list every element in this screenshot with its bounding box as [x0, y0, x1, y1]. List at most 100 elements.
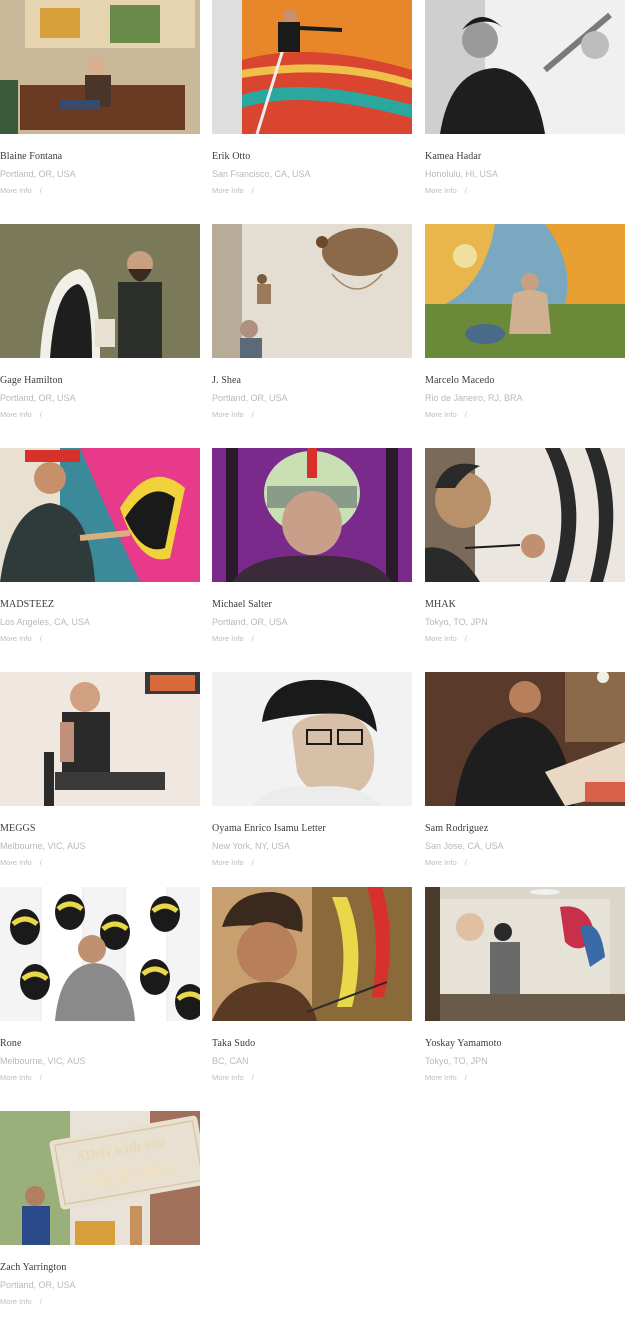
- artist-photo[interactable]: [212, 224, 412, 358]
- artist-name-link[interactable]: Kamea Hadar: [425, 151, 481, 162]
- more-info-separator: /: [464, 410, 467, 419]
- more-info-separator: /: [251, 410, 254, 419]
- more-info-link[interactable]: More Info: [212, 634, 244, 643]
- artist-location: Tokyo, TO, JPN: [425, 617, 488, 627]
- artist-photo[interactable]: [425, 0, 625, 134]
- artist-photo-image: [0, 224, 200, 358]
- more-info-link[interactable]: More Info: [212, 186, 244, 195]
- artist-location: Tokyo, TO, JPN: [425, 1056, 488, 1066]
- artist-photo[interactable]: [425, 672, 625, 806]
- artist-photo-image: [0, 0, 200, 134]
- artist-location: Rio de Janeiro, RJ, BRA: [425, 393, 523, 403]
- artist-name-link[interactable]: Taka Sudo: [212, 1038, 255, 1049]
- artist-name-link[interactable]: J. Shea: [212, 375, 241, 386]
- more-info-link[interactable]: More Info: [425, 186, 457, 195]
- artist-more-info: More Info /: [212, 410, 254, 419]
- more-info-link[interactable]: More Info: [0, 410, 32, 419]
- artist-name-link[interactable]: Oyama Enrico Isamu Letter: [212, 823, 326, 834]
- artist-location: BC, CAN: [212, 1056, 249, 1066]
- more-info-separator: /: [464, 858, 467, 867]
- more-info-link[interactable]: More Info: [0, 1297, 32, 1306]
- artist-photo-image: [212, 887, 412, 1021]
- more-info-separator: /: [251, 1073, 254, 1082]
- artist-name-link[interactable]: MADSTEEZ: [0, 599, 54, 610]
- artist-photo[interactable]: SING with you HEROES: [0, 1111, 200, 1245]
- artist-more-info: More Info /: [212, 1073, 254, 1082]
- artist-name-link[interactable]: Yoskay Yamamoto: [425, 1038, 502, 1049]
- more-info-link[interactable]: More Info: [0, 1073, 32, 1082]
- artist-more-info: More Info /: [425, 186, 467, 195]
- artist-photo[interactable]: [212, 672, 412, 806]
- artist-photo-image: [212, 672, 412, 806]
- more-info-separator: /: [251, 858, 254, 867]
- artist-photo[interactable]: [212, 887, 412, 1021]
- more-info-link[interactable]: More Info: [212, 858, 244, 867]
- artist-photo[interactable]: [0, 887, 200, 1021]
- artist-photo[interactable]: [425, 448, 625, 582]
- artist-photo-image: [425, 224, 625, 358]
- artist-location: Portland, OR, USA: [212, 617, 288, 627]
- more-info-link[interactable]: More Info: [212, 410, 244, 419]
- more-info-link[interactable]: More Info: [0, 186, 32, 195]
- artist-photo-image: [425, 672, 625, 806]
- more-info-separator: /: [39, 1297, 42, 1306]
- artist-more-info: More Info /: [0, 634, 42, 643]
- more-info-separator: /: [39, 186, 42, 195]
- artist-more-info: More Info /: [212, 858, 254, 867]
- more-info-link[interactable]: More Info: [425, 410, 457, 419]
- artist-name-link[interactable]: Marcelo Macedo: [425, 375, 494, 386]
- artist-more-info: More Info /: [425, 858, 467, 867]
- artist-photo[interactable]: [212, 448, 412, 582]
- artist-more-info: More Info /: [212, 186, 254, 195]
- artist-location: Melbourne, VIC, AUS: [0, 841, 86, 851]
- more-info-separator: /: [464, 634, 467, 643]
- artist-name-link[interactable]: MHAK: [425, 599, 456, 610]
- more-info-link[interactable]: More Info: [425, 634, 457, 643]
- more-info-link[interactable]: More Info: [425, 858, 457, 867]
- artist-photo-image: [212, 448, 412, 582]
- more-info-separator: /: [39, 1073, 42, 1082]
- artist-more-info: More Info /: [0, 858, 42, 867]
- artist-photo[interactable]: [425, 224, 625, 358]
- artist-photo[interactable]: [0, 0, 200, 134]
- artist-photo[interactable]: [0, 672, 200, 806]
- artist-more-info: More Info /: [0, 1073, 42, 1082]
- artist-name-link[interactable]: Sam Rodriguez: [425, 823, 488, 834]
- artist-name-link[interactable]: Gage Hamilton: [0, 375, 63, 386]
- more-info-separator: /: [464, 186, 467, 195]
- artist-photo[interactable]: [0, 224, 200, 358]
- artist-location: Melbourne, VIC, AUS: [0, 1056, 86, 1066]
- artist-photo[interactable]: [425, 887, 625, 1021]
- artist-location: San Francisco, CA, USA: [212, 169, 311, 179]
- artist-name-link[interactable]: Erik Otto: [212, 151, 250, 162]
- artist-photo-image: SING with youHEROES: [0, 1111, 200, 1245]
- artist-photo-image: [212, 224, 412, 358]
- artist-more-info: More Info /: [425, 634, 467, 643]
- artist-location: Portland, OR, USA: [0, 1280, 76, 1290]
- artist-name-link[interactable]: Zach Yarrington: [0, 1262, 67, 1273]
- more-info-link[interactable]: More Info: [0, 858, 32, 867]
- more-info-separator: /: [39, 858, 42, 867]
- more-info-link[interactable]: More Info: [0, 634, 32, 643]
- artist-name-link[interactable]: Rone: [0, 1038, 22, 1049]
- more-info-separator: /: [464, 1073, 467, 1082]
- artist-photo-image: [0, 887, 200, 1021]
- artist-location: New York, NY, USA: [212, 841, 290, 851]
- more-info-link[interactable]: More Info: [425, 1073, 457, 1082]
- artist-location: Honolulu, HI, USA: [425, 169, 499, 179]
- more-info-separator: /: [39, 410, 42, 419]
- more-info-separator: /: [251, 634, 254, 643]
- artist-more-info: More Info /: [212, 634, 254, 643]
- artist-photo[interactable]: [212, 0, 412, 134]
- artist-name-link[interactable]: Blaine Fontana: [0, 151, 62, 162]
- artist-photo[interactable]: [0, 448, 200, 582]
- artist-name-link[interactable]: MEGGS: [0, 823, 36, 834]
- more-info-link[interactable]: More Info: [212, 1073, 244, 1082]
- artist-photo-image: [425, 448, 625, 582]
- artist-location: Los Angeles, CA, USA: [0, 617, 91, 627]
- artist-location: Portland, OR, USA: [0, 393, 76, 403]
- more-info-separator: /: [39, 634, 42, 643]
- artist-photo-image: [0, 672, 200, 806]
- artist-more-info: More Info /: [0, 1297, 42, 1306]
- artist-name-link[interactable]: Michael Salter: [212, 599, 272, 610]
